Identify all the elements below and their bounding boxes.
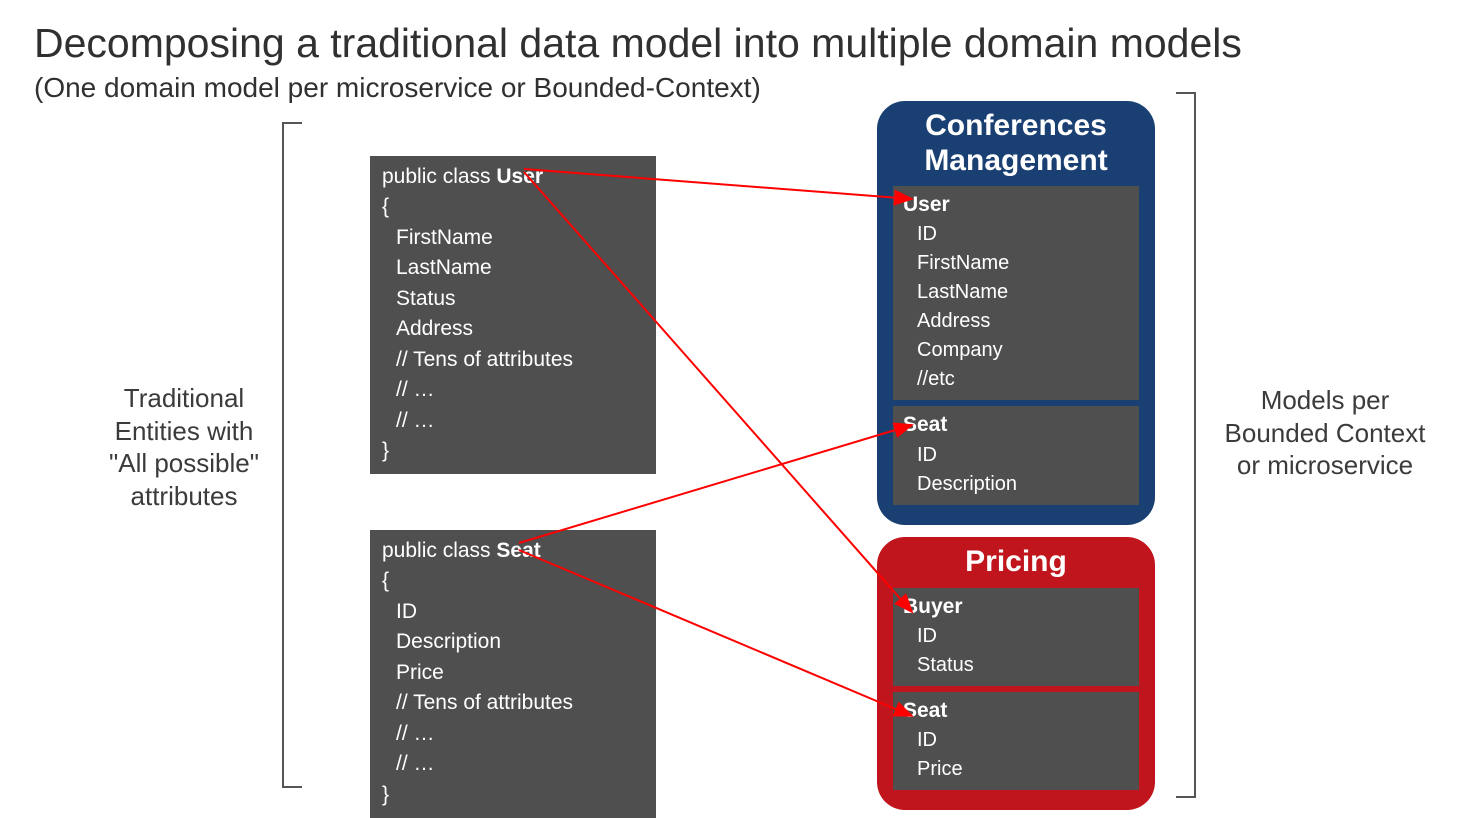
code-line: // … bbox=[382, 406, 644, 436]
conferences-entity-user: UserIDFirstNameLastNameAddressCompany//e… bbox=[893, 186, 1139, 400]
code-line: // … bbox=[382, 719, 644, 749]
entity-attr: ID bbox=[903, 441, 1129, 470]
code-line: { bbox=[382, 192, 644, 222]
left-bracket bbox=[282, 122, 302, 788]
code-line: // … bbox=[382, 749, 644, 779]
entity-attr: Company bbox=[903, 336, 1129, 365]
code-line: Address bbox=[382, 314, 644, 344]
entity-name: Seat bbox=[903, 410, 1129, 440]
entity-attr: ID bbox=[903, 622, 1129, 651]
code-line: } bbox=[382, 780, 644, 810]
traditional-user-class: public class User{FirstNameLastNameStatu… bbox=[370, 156, 656, 474]
code-line: ID bbox=[382, 597, 644, 627]
code-line: Description bbox=[382, 627, 644, 657]
code-line: FirstName bbox=[382, 223, 644, 253]
diagram-title: Decomposing a traditional data model int… bbox=[34, 20, 1242, 67]
conferences-entity-seat: SeatIDDescription bbox=[893, 406, 1139, 504]
entity-attr: Status bbox=[903, 651, 1129, 680]
class-declaration: public class User bbox=[382, 162, 644, 192]
diagram-subtitle: (One domain model per microservice or Bo… bbox=[34, 72, 761, 104]
right-label: Models per Bounded Context or microservi… bbox=[1215, 384, 1435, 482]
bc-pricing: Pricing BuyerIDStatusSeatIDPrice bbox=[877, 537, 1155, 810]
code-line: // Tens of attributes bbox=[382, 345, 644, 375]
entity-attr: ID bbox=[903, 726, 1129, 755]
entity-name: User bbox=[903, 190, 1129, 220]
entity-attr: Price bbox=[903, 755, 1129, 784]
right-bracket bbox=[1176, 92, 1196, 798]
entity-name: Seat bbox=[903, 696, 1129, 726]
code-line: LastName bbox=[382, 253, 644, 283]
code-line: } bbox=[382, 436, 644, 466]
code-line: Price bbox=[382, 658, 644, 688]
left-label: Traditional Entities with "All possible"… bbox=[104, 382, 264, 512]
bc-conferences-title: Conferences Management bbox=[889, 109, 1143, 178]
entity-attr: Description bbox=[903, 470, 1129, 499]
code-line: // Tens of attributes bbox=[382, 688, 644, 718]
entity-name: Buyer bbox=[903, 592, 1129, 622]
code-line: // … bbox=[382, 375, 644, 405]
entity-attr: ID bbox=[903, 220, 1129, 249]
entity-attr: Address bbox=[903, 307, 1129, 336]
code-line: Status bbox=[382, 284, 644, 314]
entity-attr: //etc bbox=[903, 365, 1129, 394]
bc-pricing-title: Pricing bbox=[889, 545, 1143, 580]
code-line: { bbox=[382, 566, 644, 596]
entity-attr: FirstName bbox=[903, 249, 1129, 278]
pricing-entity-seat: SeatIDPrice bbox=[893, 692, 1139, 790]
pricing-entity-buyer: BuyerIDStatus bbox=[893, 588, 1139, 686]
bc-conferences: Conferences Management UserIDFirstNameLa… bbox=[877, 101, 1155, 525]
traditional-seat-class: public class Seat{IDDescriptionPrice// T… bbox=[370, 530, 656, 818]
entity-attr: LastName bbox=[903, 278, 1129, 307]
class-declaration: public class Seat bbox=[382, 536, 644, 566]
